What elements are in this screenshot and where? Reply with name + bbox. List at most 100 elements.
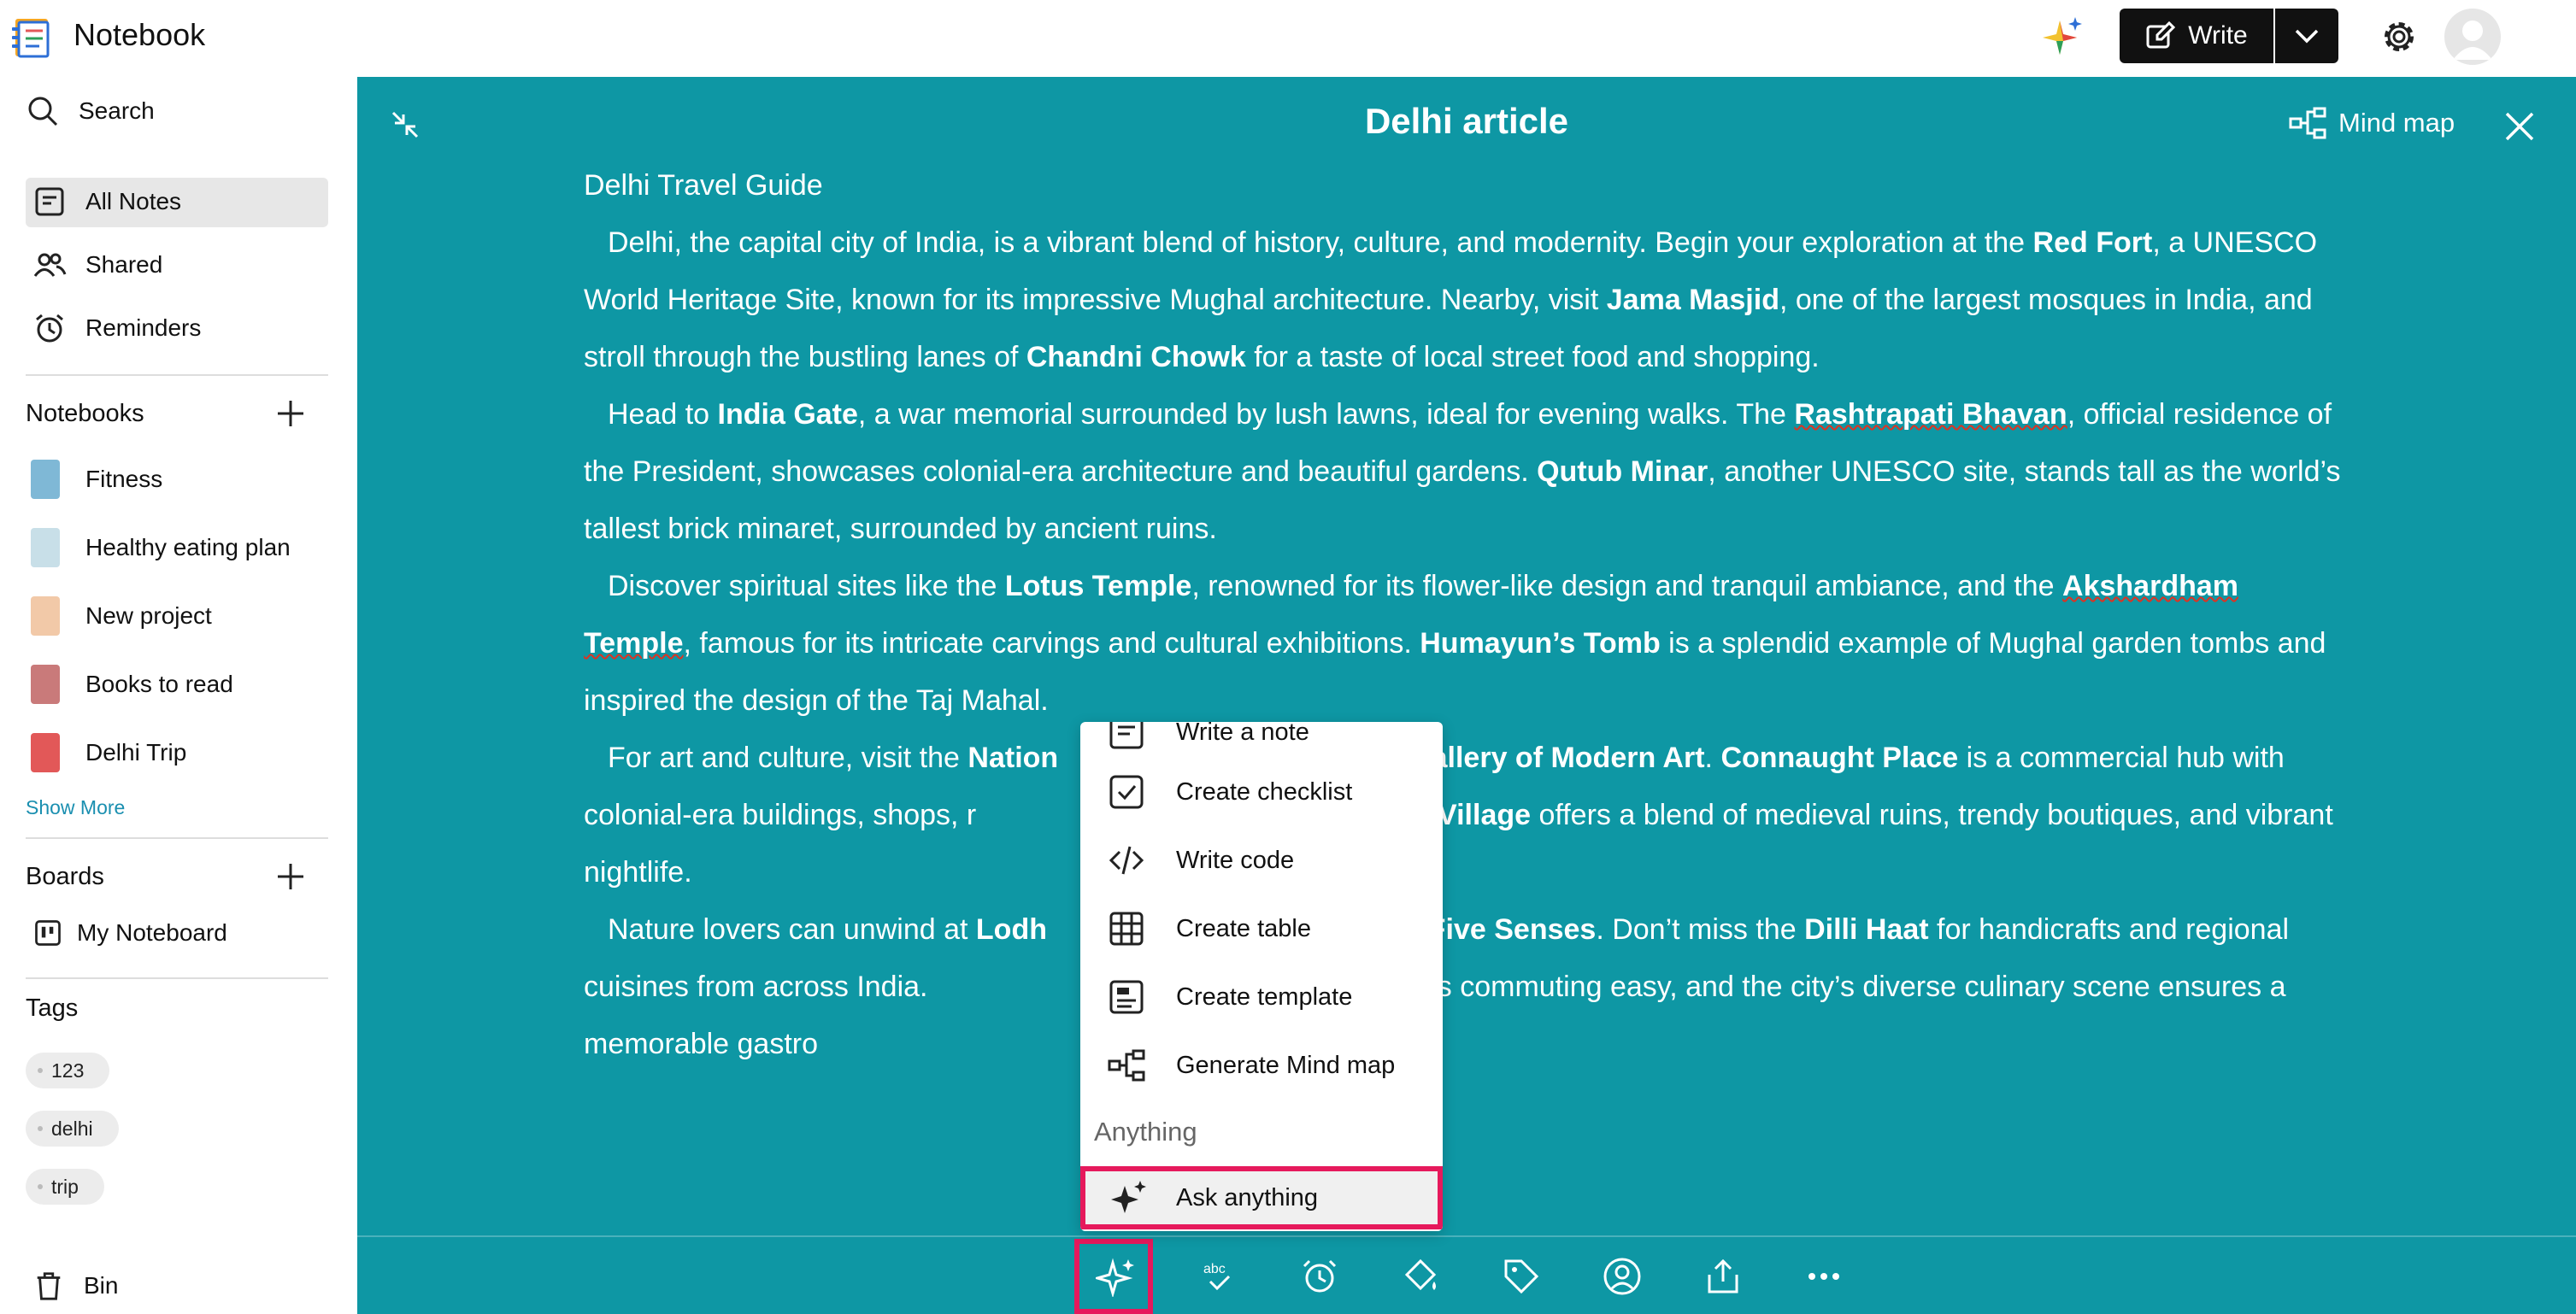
notebook-item-fitness[interactable]: Fitness: [31, 460, 162, 499]
notebook-item-healthy-eating-plan[interactable]: Healthy eating plan: [31, 528, 291, 567]
notebook-logo-icon: [12, 19, 50, 58]
sidebar-item-reminders[interactable]: Reminders: [32, 311, 201, 345]
menu-item-create-checklist[interactable]: Create checklist: [1080, 758, 1443, 826]
table-icon: [1109, 912, 1144, 946]
chevron-down-icon: [2295, 29, 2319, 44]
write-dropdown-button[interactable]: [2275, 9, 2338, 63]
sidebar-item-shared[interactable]: Shared: [32, 248, 162, 282]
notebook-cover: [31, 460, 60, 499]
alarm-icon[interactable]: [1299, 1256, 1340, 1297]
search-button[interactable]: Search: [26, 94, 155, 128]
mind-map-icon: [1108, 1049, 1145, 1082]
sidebar-item-all-notes[interactable]: All Notes: [32, 185, 181, 219]
ai-sparkle-icon[interactable]: [2038, 12, 2089, 63]
board-label: My Noteboard: [77, 919, 227, 946]
share-user-icon[interactable]: [1602, 1256, 1643, 1297]
search-label: Search: [79, 97, 155, 124]
menu-item-ask-anything[interactable]: Ask anything: [1080, 1166, 1443, 1229]
mind-map-icon: [2289, 107, 2326, 139]
menu-item-label: Ask anything: [1176, 1183, 1319, 1211]
user-avatar-icon: [2453, 21, 2492, 60]
show-more-link[interactable]: Show More: [26, 796, 125, 819]
alarm-icon: [36, 314, 63, 343]
notebook-cover: [31, 733, 60, 772]
tag-chip[interactable]: trip: [26, 1169, 104, 1205]
sidebar-item-label: All Notes: [85, 188, 182, 214]
menu-item-create-table[interactable]: Create table: [1080, 895, 1443, 963]
divider: [26, 977, 328, 979]
checkbox-icon: [1109, 775, 1144, 809]
notebook-label: Books to read: [85, 671, 233, 697]
menu-item-label: Create checklist: [1176, 777, 1353, 806]
notebook-item-books-to-read[interactable]: Books to read: [31, 665, 233, 704]
divider: [26, 374, 328, 376]
paint-bucket-icon[interactable]: [1400, 1256, 1441, 1297]
more-options-icon[interactable]: [1803, 1256, 1844, 1297]
notebook-label: Delhi Trip: [85, 739, 187, 766]
boards-heading: Boards: [26, 863, 104, 890]
note-icon: [1109, 722, 1144, 749]
trash-icon: [37, 1272, 61, 1300]
note-toolbar: abc: [357, 1235, 2576, 1314]
menu-section-heading: Anything: [1094, 1117, 1197, 1147]
app-title: Notebook: [74, 17, 206, 52]
paragraph: Delhi, the capital city of India, is a v…: [584, 226, 2318, 373]
note-heading: Delhi Travel Guide: [584, 169, 823, 202]
menu-item-write-code[interactable]: Write code: [1080, 826, 1443, 895]
board-item-my-noteboard[interactable]: My Noteboard: [32, 918, 227, 948]
menu-item-generate-mind-map[interactable]: Generate Mind map: [1080, 1031, 1443, 1100]
sidebar-item-label: Shared: [85, 251, 163, 278]
notebooks-heading: Notebooks: [26, 400, 144, 427]
close-icon[interactable]: [2502, 109, 2537, 144]
paragraph: For art and culture, visit the Nation Gal…: [584, 742, 2333, 889]
notebook-cover: [31, 665, 60, 704]
notebook-label: Healthy eating plan: [85, 534, 291, 560]
spellcheck-icon[interactable]: abc: [1198, 1256, 1239, 1297]
paragraph: Head to India Gate, a war memorial surro…: [584, 398, 2341, 545]
ai-actions-menu: Write a note Create checklist Write code…: [1080, 722, 1443, 1231]
paragraph: Nature lovers can unwind at Lodh f Five S…: [584, 913, 2290, 1060]
note-editor: Delhi article Mind map Delhi Travel Guid…: [357, 77, 2576, 1314]
upload-icon[interactable]: [1703, 1256, 1744, 1297]
notebook-label: Fitness: [85, 466, 163, 492]
sidebar-item-bin[interactable]: Bin: [32, 1270, 118, 1302]
tag-chip[interactable]: delhi: [26, 1111, 119, 1147]
tag-icon[interactable]: [1501, 1256, 1542, 1297]
note-body[interactable]: Delhi Travel Guide Delhi, the capital ci…: [584, 157, 2344, 1073]
add-board-icon[interactable]: [275, 861, 306, 892]
divider: [26, 837, 328, 839]
menu-item-label: Generate Mind map: [1176, 1051, 1396, 1079]
notebook-label: New project: [85, 602, 212, 629]
pencil-square-icon: [2146, 21, 2176, 49]
tag-chip[interactable]: 123: [26, 1053, 110, 1088]
notebook-item-new-project[interactable]: New project: [31, 596, 212, 636]
highlight-box: [1074, 1239, 1153, 1314]
menu-item-label: Write code: [1176, 846, 1295, 874]
notebook-cover: [31, 528, 60, 567]
avatar[interactable]: [2444, 9, 2501, 65]
mind-map-label: Mind map: [2338, 108, 2455, 138]
menu-item-label: Create table: [1176, 914, 1311, 942]
sparkle-icon: [1111, 1181, 1146, 1213]
note-title: Delhi article: [1364, 101, 1569, 141]
template-icon: [1109, 980, 1144, 1014]
users-icon: [33, 253, 67, 277]
notebook-item-delhi-trip[interactable]: Delhi Trip: [31, 733, 186, 772]
svg-text:abc: abc: [1203, 1262, 1226, 1276]
search-icon: [28, 97, 58, 126]
notes-icon: [35, 187, 64, 216]
code-icon: [1109, 846, 1144, 875]
notebook-cover: [31, 596, 60, 636]
sidebar: Search All Notes Shared Reminders Notebo…: [0, 77, 357, 1314]
top-bar: Notebook Write: [0, 0, 2576, 77]
add-notebook-icon[interactable]: [275, 398, 306, 429]
paragraph: Discover spiritual sites like the Lotus …: [584, 570, 2326, 717]
tags-heading: Tags: [26, 994, 79, 1022]
menu-item-create-template[interactable]: Create template: [1080, 963, 1443, 1031]
write-button-label: Write: [2188, 21, 2248, 50]
menu-item-label: Write a note: [1176, 722, 1309, 746]
mind-map-button[interactable]: Mind map: [2289, 106, 2455, 140]
write-button[interactable]: Write: [2120, 9, 2273, 63]
gear-icon[interactable]: [2378, 15, 2420, 58]
menu-item-label: Create template: [1176, 983, 1353, 1011]
